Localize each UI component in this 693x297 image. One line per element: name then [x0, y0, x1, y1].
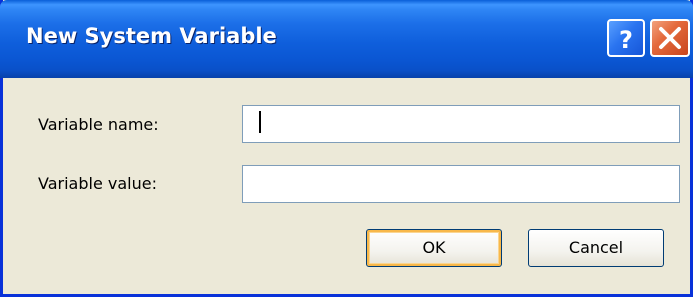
- close-icon: [659, 27, 681, 49]
- close-button[interactable]: [650, 19, 690, 57]
- text-caret: [259, 111, 261, 133]
- variable-value-label: Variable value:: [38, 174, 157, 193]
- cancel-button[interactable]: Cancel: [528, 229, 664, 267]
- help-icon: ?: [619, 26, 633, 54]
- ok-button[interactable]: OK: [366, 229, 502, 267]
- svg-text:?: ?: [619, 26, 633, 54]
- window-title: New System Variable: [26, 24, 277, 48]
- variable-value-input[interactable]: [242, 165, 680, 203]
- help-button[interactable]: ?: [607, 19, 645, 57]
- variable-name-input[interactable]: [242, 105, 680, 143]
- variable-name-label: Variable name:: [38, 115, 159, 134]
- title-bar[interactable]: New System Variable ?: [0, 0, 693, 78]
